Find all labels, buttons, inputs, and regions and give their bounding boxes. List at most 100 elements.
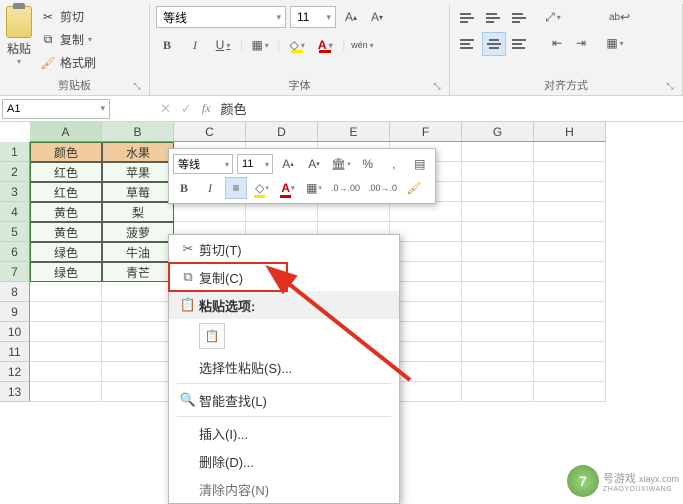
mini-comma[interactable]: , xyxy=(383,153,405,175)
cell[interactable] xyxy=(390,322,462,342)
format-painter-button[interactable]: 🖌 格式刷 xyxy=(36,52,100,73)
cell[interactable] xyxy=(102,282,174,302)
cell[interactable] xyxy=(534,162,606,182)
decrease-font-button[interactable]: A▾ xyxy=(366,6,388,28)
row-header[interactable]: 3 xyxy=(0,182,30,202)
decrease-indent-button[interactable]: ⇤ xyxy=(546,32,568,54)
cell[interactable]: 绿色 xyxy=(30,242,102,262)
align-left-button[interactable] xyxy=(456,32,480,56)
row-header[interactable]: 2 xyxy=(0,162,30,182)
cell[interactable] xyxy=(390,382,462,402)
cell[interactable] xyxy=(102,382,174,402)
mini-fill-color[interactable]: ◇ xyxy=(251,177,273,199)
menu-smart-lookup[interactable]: 🔍 智能查找(L) xyxy=(169,386,399,414)
cell[interactable]: 水果 xyxy=(102,142,174,162)
cell[interactable]: 黄色 xyxy=(30,202,102,222)
cell[interactable] xyxy=(462,202,534,222)
wrap-text-button[interactable]: ab↩ xyxy=(604,6,635,28)
column-header[interactable]: C xyxy=(174,122,246,142)
align-bottom-button[interactable] xyxy=(508,6,532,30)
border-button[interactable]: ▦ xyxy=(249,34,271,56)
row-header[interactable]: 7 xyxy=(0,262,30,282)
cell[interactable] xyxy=(534,342,606,362)
font-launcher-icon[interactable]: ⤡ xyxy=(431,81,443,93)
fx-icon[interactable]: fx xyxy=(202,101,211,116)
row-header[interactable]: 10 xyxy=(0,322,30,342)
mini-conditional-format[interactable]: ▤ xyxy=(409,153,431,175)
cell[interactable]: 苹果 xyxy=(102,162,174,182)
font-color-button[interactable]: A xyxy=(314,34,336,56)
column-header[interactable]: H xyxy=(534,122,606,142)
mini-accounting-format[interactable]: 🏛 xyxy=(329,153,353,175)
cell[interactable] xyxy=(102,342,174,362)
cell[interactable] xyxy=(534,202,606,222)
menu-paste-special[interactable]: 选择性粘贴(S)... xyxy=(169,353,399,381)
mini-decrease-decimal[interactable]: .00→.0 xyxy=(366,177,399,199)
increase-font-button[interactable]: A▴ xyxy=(340,6,362,28)
column-header[interactable]: A xyxy=(30,122,102,142)
cell[interactable] xyxy=(534,222,606,242)
column-header[interactable]: D xyxy=(246,122,318,142)
merge-button[interactable]: ▦ xyxy=(604,32,626,54)
cell[interactable] xyxy=(246,202,318,222)
menu-insert[interactable]: 插入(I)... xyxy=(169,419,399,447)
cell[interactable] xyxy=(30,282,102,302)
cancel-formula-icon[interactable]: ✕ xyxy=(160,101,171,117)
cell[interactable]: 绿色 xyxy=(30,262,102,282)
font-name-select[interactable]: 等线 xyxy=(156,6,286,28)
cell[interactable] xyxy=(390,262,462,282)
cell[interactable] xyxy=(534,362,606,382)
mini-font-color[interactable]: A xyxy=(277,177,299,199)
mini-font-name[interactable]: 等线 xyxy=(173,154,233,174)
align-center-button[interactable] xyxy=(482,32,506,56)
cell[interactable] xyxy=(318,202,390,222)
menu-copy[interactable]: ⧉ 复制(C) xyxy=(169,263,399,291)
increase-indent-button[interactable]: ⇥ xyxy=(570,32,592,54)
row-header[interactable]: 5 xyxy=(0,222,30,242)
align-top-button[interactable] xyxy=(456,6,480,30)
cell[interactable]: 红色 xyxy=(30,162,102,182)
name-box[interactable]: A1 xyxy=(2,99,110,119)
mini-increase-font[interactable]: A▴ xyxy=(277,153,299,175)
cell[interactable] xyxy=(534,322,606,342)
row-header[interactable]: 1 xyxy=(0,142,30,162)
cell[interactable]: 梨 xyxy=(102,202,174,222)
underline-button[interactable]: U xyxy=(212,34,234,56)
phonetic-button[interactable]: wén xyxy=(351,34,373,56)
mini-align-center[interactable]: ≡ xyxy=(225,177,247,199)
cell[interactable] xyxy=(390,342,462,362)
column-header[interactable]: E xyxy=(318,122,390,142)
cell[interactable] xyxy=(390,302,462,322)
cell[interactable] xyxy=(534,302,606,322)
cell[interactable] xyxy=(390,202,462,222)
column-header[interactable]: G xyxy=(462,122,534,142)
row-header[interactable]: 9 xyxy=(0,302,30,322)
cell[interactable] xyxy=(30,362,102,382)
italic-button[interactable]: I xyxy=(184,34,206,56)
cell[interactable]: 牛油 xyxy=(102,242,174,262)
menu-clear[interactable]: 清除内容(N) xyxy=(169,475,399,503)
cell[interactable] xyxy=(30,382,102,402)
mini-bold[interactable]: B xyxy=(173,177,195,199)
cell[interactable] xyxy=(462,382,534,402)
cell[interactable] xyxy=(462,162,534,182)
cell[interactable] xyxy=(462,242,534,262)
cell[interactable] xyxy=(30,342,102,362)
row-header[interactable]: 8 xyxy=(0,282,30,302)
mini-italic[interactable]: I xyxy=(199,177,221,199)
cell[interactable] xyxy=(534,262,606,282)
cell[interactable]: 红色 xyxy=(30,182,102,202)
cell[interactable] xyxy=(534,382,606,402)
clipboard-launcher-icon[interactable]: ⤡ xyxy=(131,81,143,93)
cell[interactable] xyxy=(390,242,462,262)
row-header[interactable]: 4 xyxy=(0,202,30,222)
mini-border[interactable]: ▦ xyxy=(303,177,325,199)
row-header[interactable]: 13 xyxy=(0,382,30,402)
cell[interactable] xyxy=(174,202,246,222)
cell[interactable] xyxy=(462,142,534,162)
align-right-button[interactable] xyxy=(508,32,532,56)
column-header[interactable]: B xyxy=(102,122,174,142)
fill-color-button[interactable]: ◇ xyxy=(286,34,308,56)
enter-formula-icon[interactable]: ✓ xyxy=(181,101,192,117)
cell[interactable] xyxy=(390,222,462,242)
